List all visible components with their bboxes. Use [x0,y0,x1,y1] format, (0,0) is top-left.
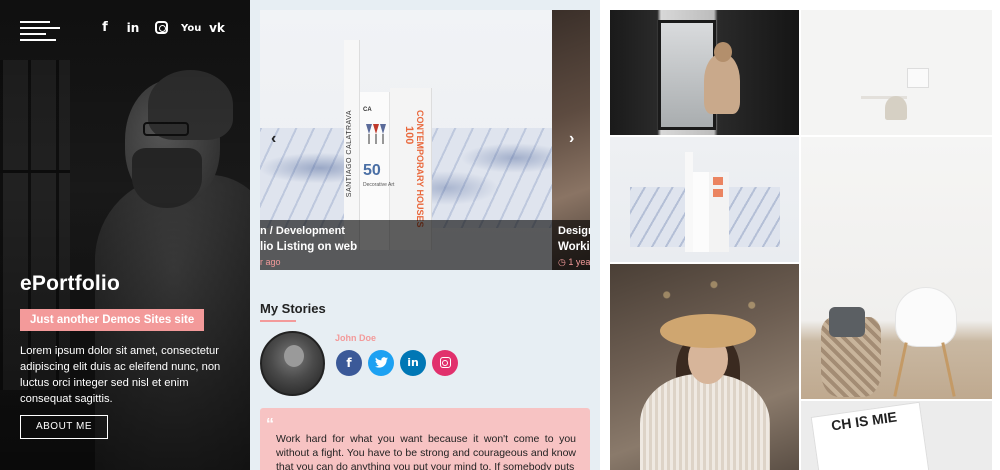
wine-glasses-illustration [366,124,386,144]
site-title[interactable]: ePortfolio [20,272,120,296]
vk-icon[interactable]: vk [209,20,225,36]
linkedin-icon[interactable]: in [400,350,426,376]
person-shape [704,42,740,114]
quote-text: Work hard for what you want because it w… [276,433,576,470]
book-spine-text: SANTIAGO CALATRAVA [346,110,353,198]
linkedin-icon[interactable]: in [125,20,141,36]
slide-title[interactable]: Worki [558,241,590,253]
twitter-icon[interactable] [368,350,394,376]
gallery-image[interactable] [610,10,799,135]
quote-icon: “ [266,416,274,433]
slide-category[interactable]: Design [558,225,590,237]
section-heading: My Stories [260,301,326,316]
sweater-shape [640,374,770,470]
slide-caption: n / Development lio Listing on web r ago [260,220,552,270]
slide-category[interactable]: n / Development [260,225,345,237]
book-cover-title: CONTEMPORARY HOUSES [415,110,425,228]
gallery-image[interactable] [801,10,992,135]
main-content: SANTIAGO CALATRAVA CA 50 Decorative Art … [250,0,600,470]
book-cover-number: 50 [363,162,381,179]
book-cover-subtitle: Decorative Art [363,182,395,188]
chair-shape [885,96,907,120]
instagram-icon[interactable] [432,350,458,376]
chair-leg-shape [893,342,908,397]
carousel-slide[interactable]: SANTIAGO CALATRAVA CA 50 Decorative Art … [260,10,552,270]
sidebar: f in You vk ePortfolio Just another Demo… [0,0,250,470]
blanket-shape [829,307,865,337]
facebook-icon[interactable]: f [97,20,113,36]
book-shape [693,172,709,252]
facebook-icon[interactable]: f [336,350,362,376]
wall-art-shape [907,68,929,88]
hat-shape [660,314,756,348]
gallery-image[interactable]: CH IS MIE [801,401,992,470]
site-tagline: Just another Demos Sites site [20,309,205,331]
image-gallery: CH IS MIE [610,10,992,470]
slide-date: ◷ 1 year [558,257,590,267]
book-cover-text: CA [363,107,372,113]
carousel-next-icon[interactable]: › [569,130,574,148]
youtube-icon[interactable]: You [181,20,201,36]
author-name[interactable]: John Doe [335,333,376,343]
carousel-prev-icon[interactable]: ‹ [271,130,276,148]
slide-caption: Design Worki ◷ 1 year [552,220,590,270]
book-shape [685,152,693,252]
slide-title[interactable]: lio Listing on web [260,241,357,253]
sidebar-social-links: f in You vk [97,20,225,36]
instagram-icon[interactable] [153,20,169,36]
chair-shape [895,287,957,347]
heading-underline [260,320,296,322]
featured-carousel: SANTIAGO CALATRAVA CA 50 Decorative Art … [260,10,590,270]
gallery-image[interactable] [610,264,799,470]
quote-card: “ Work hard for what you want because it… [260,408,590,470]
slide-date: r ago [260,257,281,267]
book-cover-shape [713,177,723,227]
menu-icon[interactable] [20,21,60,41]
chair-leg-shape [941,342,956,397]
bio-text: Lorem ipsum dolor sit amet, consectetur … [20,345,221,405]
book-cover-number: 100 [403,126,415,145]
author-social-links: f in [336,350,458,376]
about-me-button[interactable]: ABOUT ME [20,415,108,439]
gallery-image[interactable] [801,137,992,399]
gallery-image[interactable] [610,137,799,262]
avatar[interactable] [260,331,325,396]
